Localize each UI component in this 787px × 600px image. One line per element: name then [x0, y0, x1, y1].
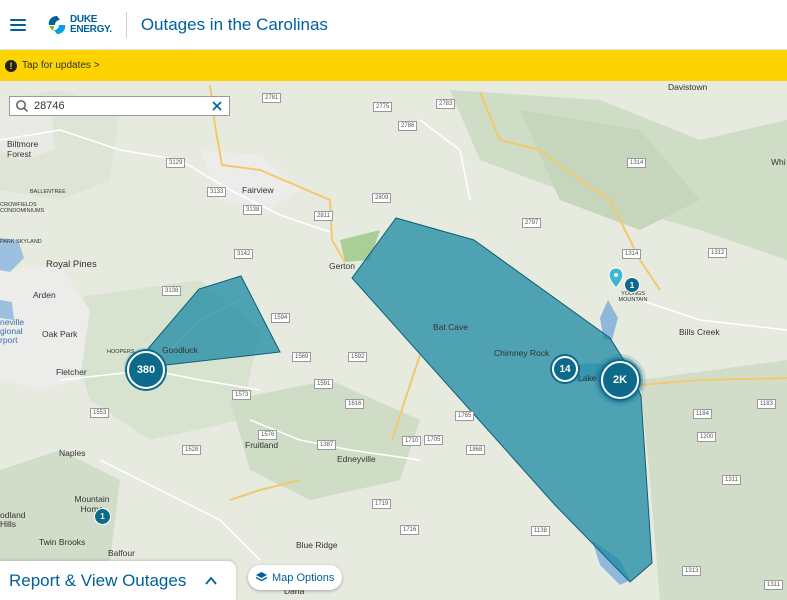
- place-label: Chimney Rock: [494, 348, 550, 358]
- search-box[interactable]: [9, 96, 230, 116]
- logo-text-line2: ENERGY.: [70, 23, 112, 35]
- chevron-up-icon[interactable]: [204, 574, 218, 588]
- search-input[interactable]: [32, 99, 206, 113]
- outage-cluster-380[interactable]: 380: [127, 351, 165, 389]
- place-label: Bat Cave: [433, 322, 468, 332]
- place-label: HOOPERS: [107, 349, 135, 355]
- place-label: Fruitland: [245, 440, 279, 450]
- place-label: Royal Pines: [46, 259, 97, 270]
- place-label: Gerton: [329, 261, 355, 271]
- place-label: Fairview: [242, 185, 274, 195]
- place-label: BALLENTREE: [30, 189, 66, 195]
- place-label: Oak Park: [42, 329, 78, 339]
- place-label: CROWFIELDS CONDOMINIUMS: [0, 202, 45, 214]
- place-label: Bills Creek: [679, 327, 720, 337]
- banner-text[interactable]: Tap for updates >: [22, 60, 100, 71]
- place-label: Davistown: [668, 82, 708, 92]
- layers-icon: [255, 572, 268, 582]
- map-options-label: Map Options: [272, 571, 335, 584]
- place-label: Blue Ridge: [296, 540, 338, 550]
- place-label: neville gional rport: [0, 317, 25, 345]
- place-label: Hills: [0, 519, 17, 529]
- header-divider: [125, 11, 127, 38]
- map-canvas[interactable]: [0, 81, 787, 600]
- report-view-outages-label[interactable]: Report & View Outages: [9, 571, 186, 591]
- place-label: Naples: [59, 448, 86, 458]
- place-label: Biltmore Forest: [7, 139, 39, 159]
- map-options-button[interactable]: Map Options: [248, 565, 343, 590]
- duke-energy-logo-mark: [48, 15, 66, 34]
- place-label: Lake: [578, 373, 597, 383]
- logo-text-line1: DUKE: [70, 13, 98, 25]
- place-label: Arden: [33, 290, 56, 300]
- updates-banner[interactable]: ! Tap for updates >: [0, 50, 787, 81]
- duke-energy-logo[interactable]: DUKE ENERGY.: [46, 10, 112, 40]
- top-bar: DUKE ENERGY. Outages in the Carolinas: [0, 0, 787, 50]
- hamburger-menu-icon[interactable]: [10, 18, 26, 31]
- page-title: Outages in the Carolinas: [140, 14, 328, 34]
- place-label: Fletcher: [56, 367, 87, 377]
- outage-cluster-1-youngs-mountain[interactable]: 1: [624, 277, 640, 293]
- alert-circle-icon: !: [5, 59, 17, 72]
- place-label: Goodluck: [162, 345, 198, 355]
- place-label: odland: [0, 510, 26, 520]
- outage-map[interactable]: 380 14 2K 1 1 Davistown Biltmore Forest …: [0, 81, 787, 600]
- search-icon: [16, 100, 28, 112]
- report-view-outages-panel[interactable]: Report & View Outages: [0, 561, 236, 600]
- place-label: Edneyville: [337, 454, 376, 464]
- outage-cluster-14[interactable]: 14: [552, 356, 578, 382]
- place-label: Balfour: [108, 548, 135, 558]
- place-label: Whi: [771, 157, 786, 167]
- close-icon[interactable]: [211, 100, 223, 112]
- outage-cluster-1-mountain-home[interactable]: 1: [94, 508, 111, 525]
- outage-cluster-2k[interactable]: 2K: [601, 361, 639, 399]
- place-label: PARK SKYLAND: [0, 239, 42, 245]
- place-label: Twin Brooks: [39, 537, 86, 547]
